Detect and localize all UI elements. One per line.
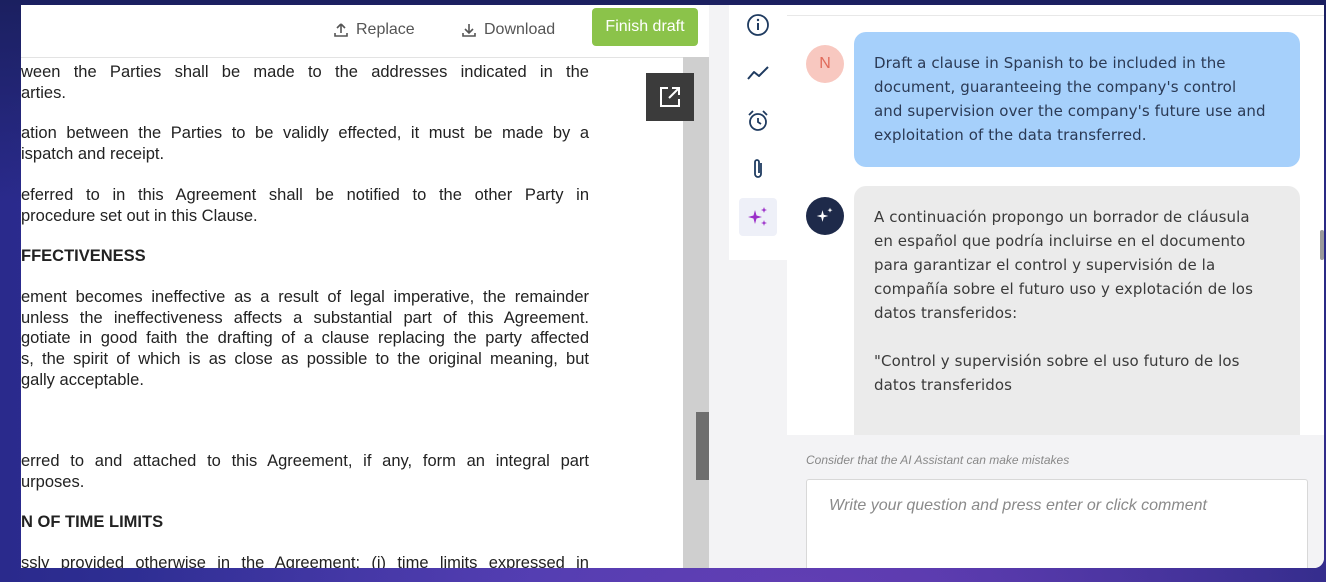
doc-line: ispatch and receipt.	[21, 145, 165, 163]
document-page: ween the Parties shall be made to the ad…	[21, 57, 683, 568]
doc-heading: FFECTIVENESS	[21, 247, 146, 265]
alarm-clock-icon	[748, 110, 768, 131]
assistant-message-line: A continuación propongo un borrador de c…	[874, 208, 1250, 226]
info-tab[interactable]	[745, 12, 771, 38]
upload-icon	[334, 23, 348, 37]
replace-label: Replace	[356, 21, 415, 38]
download-button[interactable]: Download	[461, 15, 555, 45]
info-icon	[747, 14, 769, 36]
download-icon	[462, 24, 476, 37]
paperclip-icon	[754, 159, 762, 178]
document-scroll-thumb[interactable]	[696, 412, 709, 480]
doc-line: procedure set out in this Clause.	[21, 207, 258, 225]
assistant-message-line: compañía sobre el futuro uso y explotaci…	[874, 280, 1253, 298]
assistant-message-line: "Control y supervisión sobre el uso futu…	[874, 352, 1240, 370]
doc-line: erred to and attached to this Agreement,…	[21, 452, 589, 470]
user-message: Draft a clause in Spanish to be included…	[854, 32, 1300, 167]
assistant-message: A continuación propongo un borrador de c…	[854, 186, 1300, 436]
chat-composer: Consider that the AI Assistant can make …	[787, 435, 1324, 568]
doc-line: ement becomes ineffective as a result of…	[21, 288, 589, 306]
user-message-line: Draft a clause in Spanish to be included…	[874, 54, 1226, 72]
assistant-avatar	[806, 197, 844, 235]
replace-button[interactable]: Replace	[333, 15, 415, 45]
doc-line: ssly provided otherwise in the Agreement…	[21, 554, 589, 568]
doc-heading: N OF TIME LIMITS	[21, 513, 164, 531]
doc-line: arties.	[21, 84, 66, 102]
assistant-message-line: datos transferidos:	[874, 304, 1018, 322]
open-external-icon	[660, 87, 680, 107]
document-pane: Replace Download Finish draft ween the P…	[21, 5, 709, 568]
document-scrollbar[interactable]	[683, 57, 709, 568]
doc-line: urposes.	[21, 473, 85, 491]
assistant-message-line: en español que podría incluirse en el do…	[874, 232, 1246, 250]
finish-draft-button[interactable]: Finish draft	[592, 8, 698, 46]
assistant-message-line: para garantizar el control y supervisión…	[874, 256, 1216, 274]
pane-divider[interactable]	[709, 5, 729, 568]
ai-sparkle-icon	[748, 207, 767, 226]
app-window: Replace Download Finish draft ween the P…	[21, 5, 1324, 568]
reminders-tab[interactable]	[745, 108, 771, 134]
user-message-line: and supervision over the company's futur…	[874, 102, 1266, 120]
side-rail-filler	[729, 260, 787, 568]
doc-line: unless the ineffectiveness affects a sub…	[21, 309, 589, 327]
doc-line: ween the Parties shall be made to the ad…	[21, 63, 589, 81]
question-input[interactable]	[827, 496, 1291, 516]
trend-icon	[747, 66, 769, 80]
doc-line: gotiate in good faith the drafting of a …	[21, 329, 589, 347]
attachments-tab[interactable]	[745, 156, 771, 182]
ai-sparkle-icon	[816, 207, 833, 222]
document-toolbar: Replace Download Finish draft	[21, 5, 709, 58]
doc-line: eferred to in this Agreement shall be no…	[21, 186, 589, 204]
assistant-message-line: datos transferidos	[874, 376, 1013, 394]
side-rail	[729, 5, 787, 260]
chat-thread: N Draft a clause in Spanish to be includ…	[787, 15, 1324, 436]
user-message-line: exploitation of the data transferred.	[874, 126, 1147, 144]
doc-line: s, the spirit of which is as close as po…	[21, 350, 589, 368]
user-message-line: document, guaranteeing the company's con…	[874, 78, 1237, 96]
user-avatar: N	[806, 45, 844, 83]
doc-line: gally acceptable.	[21, 371, 144, 389]
question-input-box[interactable]	[806, 479, 1308, 568]
chat-scrollbar[interactable]	[1320, 230, 1324, 260]
download-label: Download	[484, 21, 556, 38]
ai-disclaimer: Consider that the AI Assistant can make …	[806, 453, 1070, 467]
doc-line: ation between the Parties to be validly …	[21, 124, 589, 142]
ai-assistant-tab[interactable]	[745, 204, 771, 230]
activity-tab[interactable]	[745, 60, 771, 86]
open-external-button[interactable]	[646, 73, 694, 121]
